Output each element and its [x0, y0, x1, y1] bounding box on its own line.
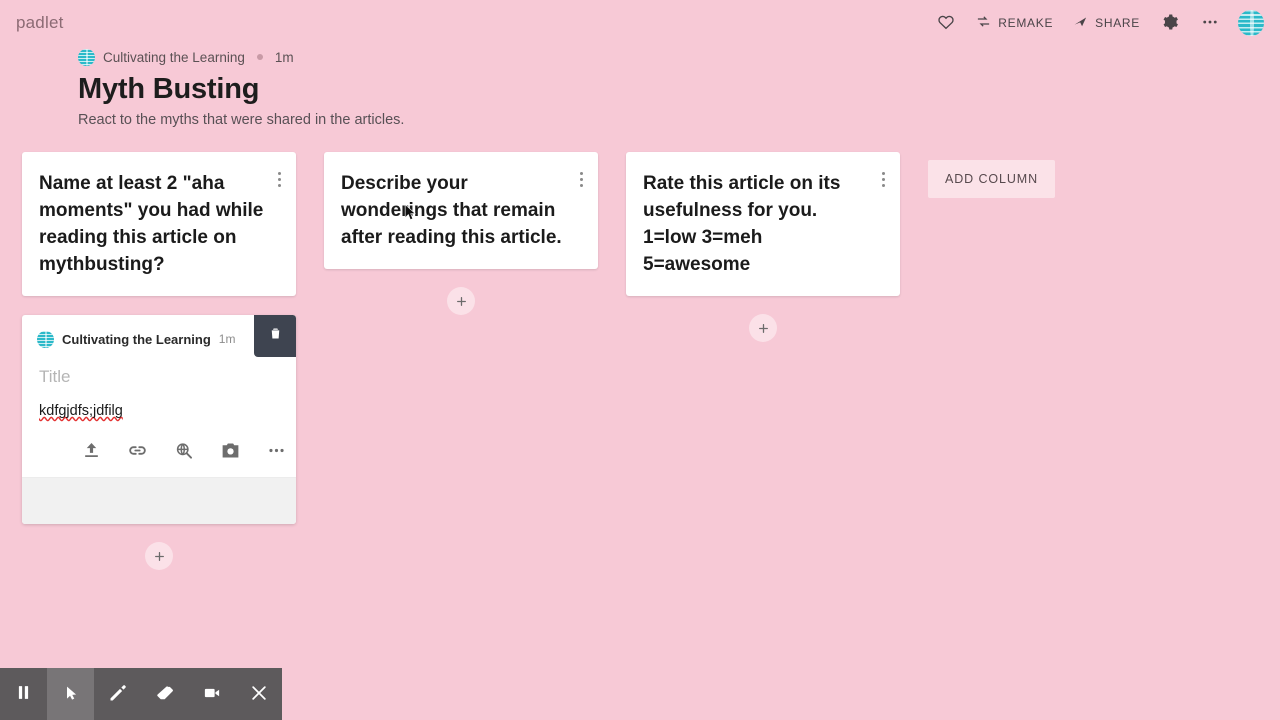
padlet-logo[interactable]: padlet: [16, 13, 64, 33]
ellipsis-icon: [1201, 13, 1219, 34]
board-subtitle: React to the myths that were shared in t…: [78, 112, 405, 128]
pencil-icon: [108, 683, 128, 706]
remake-button[interactable]: REMAKE: [966, 8, 1063, 38]
add-column-button[interactable]: ADD COLUMN: [928, 160, 1056, 198]
author-avatar-icon: [78, 48, 95, 66]
settings-button[interactable]: [1150, 7, 1190, 40]
post-menu-button[interactable]: [874, 166, 892, 192]
pause-button[interactable]: [0, 668, 47, 720]
screen-recorder-toolbar: [0, 668, 282, 720]
close-button[interactable]: [235, 668, 282, 720]
post-body-text: kdfgjdfs;jdfilg: [39, 403, 123, 419]
board-timestamp: 1m: [274, 49, 294, 65]
trash-icon: [268, 325, 283, 347]
page-title: Myth Busting: [78, 73, 260, 105]
post-body-input[interactable]: kdfgjdfs;jdfilg: [22, 387, 138, 419]
user-avatar[interactable]: [1238, 10, 1264, 36]
delete-post-button[interactable]: [254, 315, 296, 357]
share-button[interactable]: SHARE: [1063, 8, 1150, 38]
more-options-icon[interactable]: [267, 441, 286, 460]
heart-icon: [937, 13, 955, 34]
close-x-icon: [249, 683, 269, 706]
like-button[interactable]: [926, 7, 966, 40]
web-search-icon[interactable]: [174, 441, 194, 461]
add-post-button-column-3[interactable]: [749, 314, 777, 342]
pause-icon: [15, 683, 32, 705]
post-menu-button[interactable]: [270, 166, 288, 192]
upload-icon[interactable]: [82, 441, 101, 460]
post-card[interactable]: Name at least 2 "aha moments" you had wh…: [22, 152, 296, 296]
byline-separator-dot: [256, 54, 263, 60]
link-icon[interactable]: [127, 440, 148, 461]
compose-footer: [22, 477, 296, 524]
compose-author: Cultivating the Learning: [62, 331, 211, 347]
board-byline: Cultivating the Learning 1m: [78, 46, 404, 68]
eraser-button[interactable]: [141, 668, 188, 720]
post-card[interactable]: Describe your wonderings that remain aft…: [324, 152, 598, 269]
add-post-button-column-1[interactable]: [145, 542, 173, 570]
pointer-button[interactable]: [47, 668, 94, 720]
board-columns: Name at least 2 "aha moments" you had wh…: [22, 152, 1280, 570]
cursor-arrow-icon: [63, 683, 79, 706]
post-card-text: Rate this article on its usefulness for …: [643, 173, 841, 275]
remake-icon: [976, 14, 991, 32]
add-post-button-column-2[interactable]: [447, 287, 475, 315]
eraser-icon: [154, 683, 176, 706]
top-toolbar-actions: REMAKE SHARE: [926, 7, 1264, 40]
post-card-text: Describe your wonderings that remain aft…: [341, 173, 562, 248]
remake-label: REMAKE: [998, 16, 1054, 30]
plus-icon: [758, 323, 768, 333]
post-menu-button[interactable]: [572, 166, 590, 192]
compose-author-avatar-icon: [37, 330, 54, 348]
top-toolbar: padlet REMAKE SHARE: [0, 0, 1280, 46]
record-video-button[interactable]: [188, 668, 235, 720]
pen-button[interactable]: [94, 668, 141, 720]
board-column-3: Rate this article on its usefulness for …: [626, 152, 900, 342]
board-column-1: Name at least 2 "aha moments" you had wh…: [22, 152, 296, 570]
more-options-button[interactable]: [1190, 7, 1230, 40]
post-card-text: Name at least 2 "aha moments" you had wh…: [39, 173, 264, 275]
board-column-2: Describe your wonderings that remain aft…: [324, 152, 598, 315]
share-arrow-icon: [1073, 14, 1088, 32]
gear-icon: [1161, 13, 1179, 34]
board-author: Cultivating the Learning: [103, 49, 245, 65]
compose-post-card[interactable]: Cultivating the Learning 1m Title kdfgjd…: [22, 315, 296, 524]
plus-icon: [456, 296, 466, 306]
compose-attachment-tools: [22, 420, 296, 477]
plus-icon: [154, 551, 164, 561]
share-label: SHARE: [1095, 16, 1140, 30]
video-camera-icon: [201, 684, 223, 705]
board-header: Cultivating the Learning 1m Myth Busting…: [78, 46, 404, 128]
post-card[interactable]: Rate this article on its usefulness for …: [626, 152, 900, 296]
camera-icon[interactable]: [220, 440, 241, 461]
compose-timestamp: 1m: [218, 332, 236, 346]
